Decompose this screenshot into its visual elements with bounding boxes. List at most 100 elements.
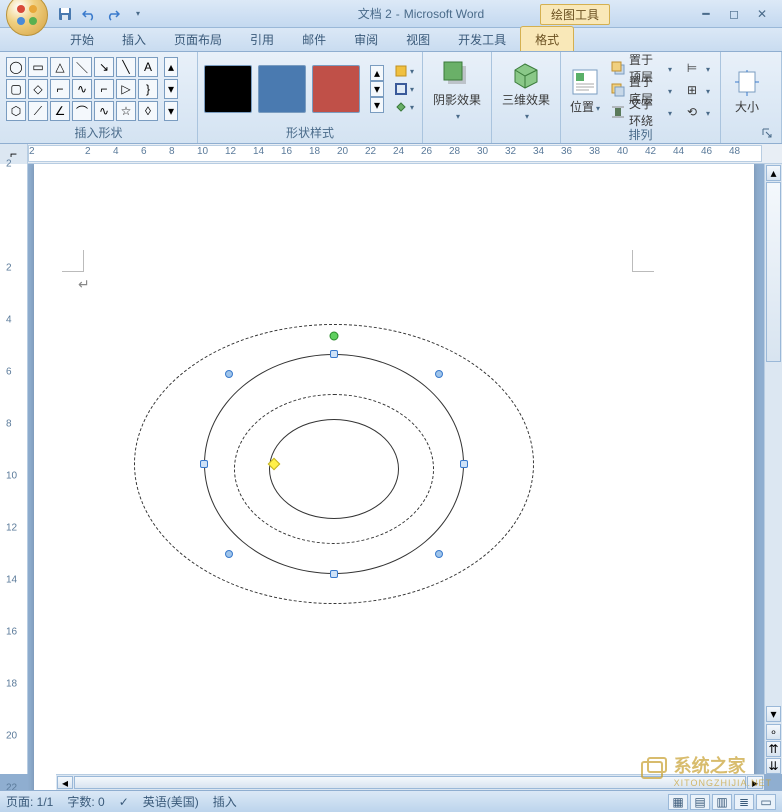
- view-full-screen[interactable]: ▤: [690, 794, 710, 810]
- scroll-down-button[interactable]: ▾: [766, 706, 781, 722]
- shadow-label: 阴影效果: [431, 93, 483, 122]
- status-mode[interactable]: 插入: [213, 793, 237, 810]
- shape-text-icon[interactable]: A: [138, 57, 158, 77]
- watermark-brand: 系统之家: [674, 752, 772, 778]
- save-button[interactable]: [54, 3, 76, 25]
- tab-pagelayout[interactable]: 页面布局: [160, 27, 236, 51]
- selected-shape-group[interactable]: [134, 324, 534, 604]
- three-d-effects-button[interactable]: 三维效果: [498, 57, 554, 125]
- tab-home[interactable]: 开始: [56, 27, 108, 51]
- text-wrapping-button[interactable]: 文字环绕: [607, 102, 676, 122]
- size-dialog-launcher[interactable]: [761, 127, 773, 139]
- ellipse-inner-solid[interactable]: [269, 419, 399, 519]
- scroll-thumb-v[interactable]: [766, 182, 781, 362]
- shape-right-icon[interactable]: ▷: [116, 79, 136, 99]
- style-down-button[interactable]: ▾: [370, 81, 384, 97]
- align-button[interactable]: ⊨: [680, 58, 714, 78]
- shape-diamond-icon[interactable]: ◇: [28, 79, 48, 99]
- tab-insert[interactable]: 插入: [108, 27, 160, 51]
- view-outline[interactable]: ≣: [734, 794, 754, 810]
- view-print-layout[interactable]: ▦: [668, 794, 688, 810]
- shape-arrow-icon[interactable]: ↘: [94, 57, 114, 77]
- rotation-handle[interactable]: [330, 332, 339, 341]
- view-web-layout[interactable]: ▥: [712, 794, 732, 810]
- handle-s[interactable]: [330, 570, 338, 578]
- browse-object-button[interactable]: ∘: [766, 724, 781, 740]
- shape-diag-icon[interactable]: ╲: [116, 57, 136, 77]
- tab-developer[interactable]: 开发工具: [444, 27, 520, 51]
- handle-n[interactable]: [330, 350, 338, 358]
- position-button[interactable]: 位置: [567, 56, 603, 124]
- shape-change-button[interactable]: [394, 99, 424, 115]
- shape-ellipse-icon[interactable]: ◯: [6, 57, 26, 77]
- status-spellcheck-icon[interactable]: ✓: [119, 795, 129, 809]
- horizontal-ruler[interactable]: ⌐ 22468101214161820222426283032343638404…: [0, 144, 782, 164]
- tab-format[interactable]: 格式: [520, 26, 574, 51]
- vertical-scrollbar[interactable]: ▴ ▾ ∘ ⇈ ⇊: [764, 164, 782, 774]
- gallery-more-button[interactable]: ▾: [164, 101, 178, 121]
- redo-button[interactable]: [102, 3, 124, 25]
- shape-callout-icon[interactable]: ◊: [138, 101, 158, 121]
- handle-w[interactable]: [200, 460, 208, 468]
- group-button[interactable]: ⊞: [680, 80, 714, 100]
- undo-button[interactable]: [78, 3, 100, 25]
- watermark: 系统之家 XITONGZHIJIA.NET: [640, 752, 772, 788]
- vertical-ruler[interactable]: 2246810121416182022: [0, 164, 28, 774]
- shape-step-icon[interactable]: ⌐: [94, 79, 114, 99]
- handle-sw[interactable]: [225, 550, 233, 558]
- scroll-left-button[interactable]: ◂: [57, 776, 73, 789]
- document-scroll[interactable]: ↵: [28, 164, 782, 790]
- minimize-button[interactable]: ━: [694, 5, 718, 23]
- position-label: 位置: [570, 100, 600, 114]
- size-button[interactable]: 大小: [727, 57, 767, 125]
- style-up-button[interactable]: ▴: [370, 65, 384, 81]
- handle-ne[interactable]: [435, 370, 443, 378]
- status-words[interactable]: 字数: 0: [67, 793, 104, 810]
- tab-references[interactable]: 引用: [236, 27, 288, 51]
- status-page[interactable]: 页面: 1/1: [6, 793, 53, 810]
- contextual-tab-label: 绘图工具: [540, 4, 610, 25]
- style-more-button[interactable]: ▾: [370, 97, 384, 113]
- shape-brace-icon[interactable]: }: [138, 79, 158, 99]
- status-language[interactable]: 英语(美国): [143, 793, 199, 810]
- shape-curve-icon[interactable]: ⟋: [28, 101, 48, 121]
- tab-review[interactable]: 审阅: [340, 27, 392, 51]
- shape-wave-icon[interactable]: ∿: [94, 101, 114, 121]
- shape-angle-icon[interactable]: ∠: [50, 101, 70, 121]
- style-swatch-3[interactable]: [312, 65, 360, 113]
- style-swatch-1[interactable]: [204, 65, 252, 113]
- style-swatch-2[interactable]: [258, 65, 306, 113]
- shape-roundrect-icon[interactable]: ▢: [6, 79, 26, 99]
- style-gallery[interactable]: ▴ ▾ ▾: [204, 65, 384, 113]
- ruler-corner[interactable]: ⌐: [0, 144, 28, 164]
- shape-star-icon[interactable]: ☆: [116, 101, 136, 121]
- restore-button[interactable]: ◻: [722, 5, 746, 23]
- qat-customize[interactable]: [126, 3, 148, 25]
- shape-hex-icon[interactable]: ⬡: [6, 101, 26, 121]
- gallery-up-button[interactable]: ▴: [164, 57, 178, 77]
- rotate-button[interactable]: ⟲: [680, 102, 714, 122]
- handle-se[interactable]: [435, 550, 443, 558]
- group-shadow: 阴影效果: [423, 52, 492, 143]
- tab-view[interactable]: 视图: [392, 27, 444, 51]
- gallery-down-button[interactable]: ▾: [164, 79, 178, 99]
- shapes-gallery[interactable]: ◯ ▭ △ ＼ ↘ ╲ A ▢ ◇ ⌐ ∿ ⌐ ▷ } ⬡ ⟋ ∠ ⌒ ∿ ☆: [6, 57, 158, 121]
- handle-nw[interactable]: [225, 370, 233, 378]
- tab-mailings[interactable]: 邮件: [288, 27, 340, 51]
- shape-outline-button[interactable]: [394, 81, 424, 97]
- close-button[interactable]: ✕: [750, 5, 774, 23]
- shadow-effects-button[interactable]: 阴影效果: [429, 57, 485, 125]
- handle-e[interactable]: [460, 460, 468, 468]
- scroll-up-button[interactable]: ▴: [766, 165, 781, 181]
- shape-triangle-icon[interactable]: △: [50, 57, 70, 77]
- shape-l-icon[interactable]: ⌐: [50, 79, 70, 99]
- doc-name: 文档 2: [358, 5, 392, 22]
- group-icon: ⊞: [684, 82, 700, 98]
- view-draft[interactable]: ▭: [756, 794, 776, 810]
- shape-line-icon[interactable]: ＼: [72, 57, 92, 77]
- shape-arc-icon[interactable]: ⌒: [72, 101, 92, 121]
- shape-rect-icon[interactable]: ▭: [28, 57, 48, 77]
- shape-zigzag-icon[interactable]: ∿: [72, 79, 92, 99]
- shape-fill-button[interactable]: [394, 63, 424, 79]
- page[interactable]: ↵: [34, 164, 754, 790]
